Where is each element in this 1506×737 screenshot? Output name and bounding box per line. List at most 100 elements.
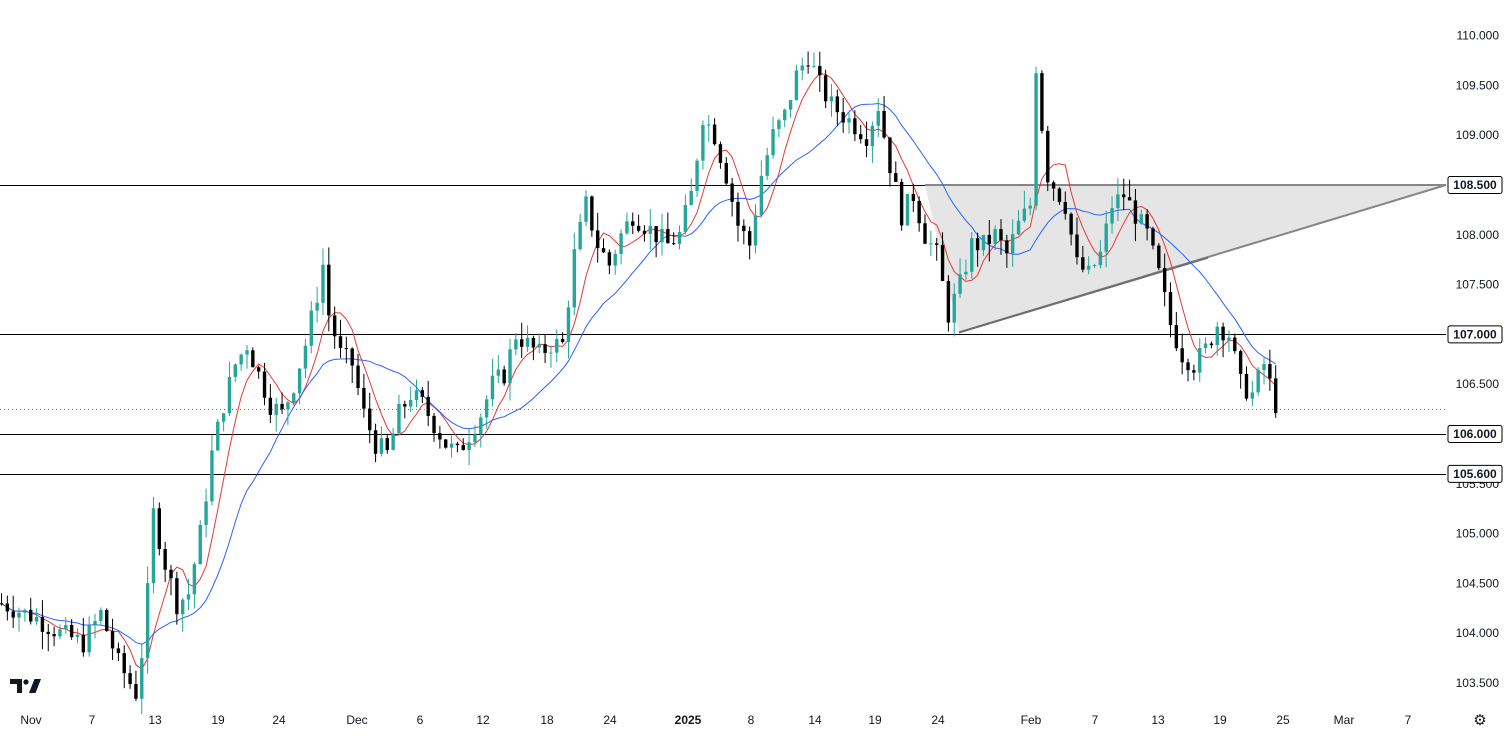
candle-body [502,369,506,384]
candle [379,426,384,457]
candle [1250,380,1255,407]
candle-body [1116,194,1120,209]
candle-body [262,371,267,398]
candle [292,392,296,406]
candle [829,84,834,117]
candle-body [1010,234,1015,254]
candle [64,617,68,634]
settings-gear-icon[interactable]: ⚙ [1472,712,1488,729]
candle-body [549,352,553,354]
candle-body [847,118,851,123]
candle-body [1262,364,1266,371]
candle-body [52,634,56,637]
candle-body [584,196,588,222]
candle-body [531,338,536,348]
candle [403,400,407,419]
candle-body [812,66,816,68]
candle [765,147,769,180]
candle [1256,366,1260,396]
candle [23,608,27,622]
time-tick-label: 2025 [675,713,702,727]
candle [1262,356,1266,385]
candle [671,232,676,246]
candle-body [1040,73,1044,131]
candle-body [180,599,185,615]
candle-body [496,369,501,376]
candle-body [1057,188,1062,203]
candle [613,249,617,275]
time-tick-label: 13 [148,713,162,727]
candle-body [607,252,612,266]
candle [508,338,512,401]
time-axis[interactable]: Nov 7 13 19 24 Dec 6 12 18 24 2025 8 14 19 24 Feb 7 13 19 2… [20,713,1411,727]
time-tick-label: 7 [1092,713,1099,727]
candle-body [537,344,541,348]
candle-body [169,569,173,579]
candle-body [484,399,489,418]
candle [882,95,886,140]
candle [210,434,214,506]
candle [391,427,395,451]
candle-body [1168,291,1173,326]
candle-body [683,205,688,232]
candle-body [344,348,349,350]
candle-body [783,109,787,121]
candle-body [338,336,343,349]
tradingview-logo-icon[interactable] [10,677,42,695]
candle-body [227,376,232,414]
candle [315,286,319,323]
candle-body [1063,202,1067,214]
level-badge: 108.500 [1447,176,1503,194]
candle [823,69,828,109]
candle [490,358,495,407]
candle-body [1046,130,1050,183]
candle-body [116,648,121,654]
moving-average-short [1,73,1277,671]
price-chart[interactable]: 110.000 109.500 109.000 108.500 108.000 107.5… [0,0,1506,732]
candle-body [105,609,109,631]
candle-body [999,229,1003,241]
candle-body [905,193,910,226]
candle-body [1186,362,1190,371]
candle-body [631,221,635,226]
candle [806,51,810,74]
candle [420,387,425,404]
candle [648,208,652,250]
time-tick-label: 18 [540,713,554,727]
candle [677,225,682,250]
candle-body [268,397,273,415]
candle [192,561,197,609]
candle-body [373,430,378,454]
candle [116,642,121,661]
candle-body [1092,265,1097,267]
candle [636,214,641,233]
candle [75,628,80,644]
candle-body [572,249,577,308]
candle [1268,349,1272,391]
candle-body [23,609,27,613]
candle [929,230,933,257]
candle-body [543,344,547,353]
price-tick-label: 104.000 [1456,626,1500,640]
candle-body [0,603,4,605]
candle-body [46,631,50,635]
price-axis[interactable]: 110.000 109.500 109.000 108.500 108.000 107.5… [1456,29,1500,690]
candle [742,219,746,245]
candle-body [601,248,606,253]
candle-body [1034,73,1038,206]
candle [818,51,822,92]
candle [239,353,243,371]
candle [40,600,45,650]
time-tick-label: 19 [211,713,225,727]
candle-body [1098,251,1103,266]
price-tick-label: 109.000 [1456,128,1500,142]
chart-canvas[interactable]: 110.000 109.500 109.000 108.500 108.000 107.5… [0,0,1506,732]
candle [233,363,237,382]
candle-body [514,339,518,350]
candle-body [479,417,483,435]
level-badges: 108.500 107.000 106.000 105.600 [1447,176,1503,483]
candle [122,645,126,689]
candle-body [1162,268,1167,292]
candle-body [1233,337,1237,352]
candle [549,345,553,368]
